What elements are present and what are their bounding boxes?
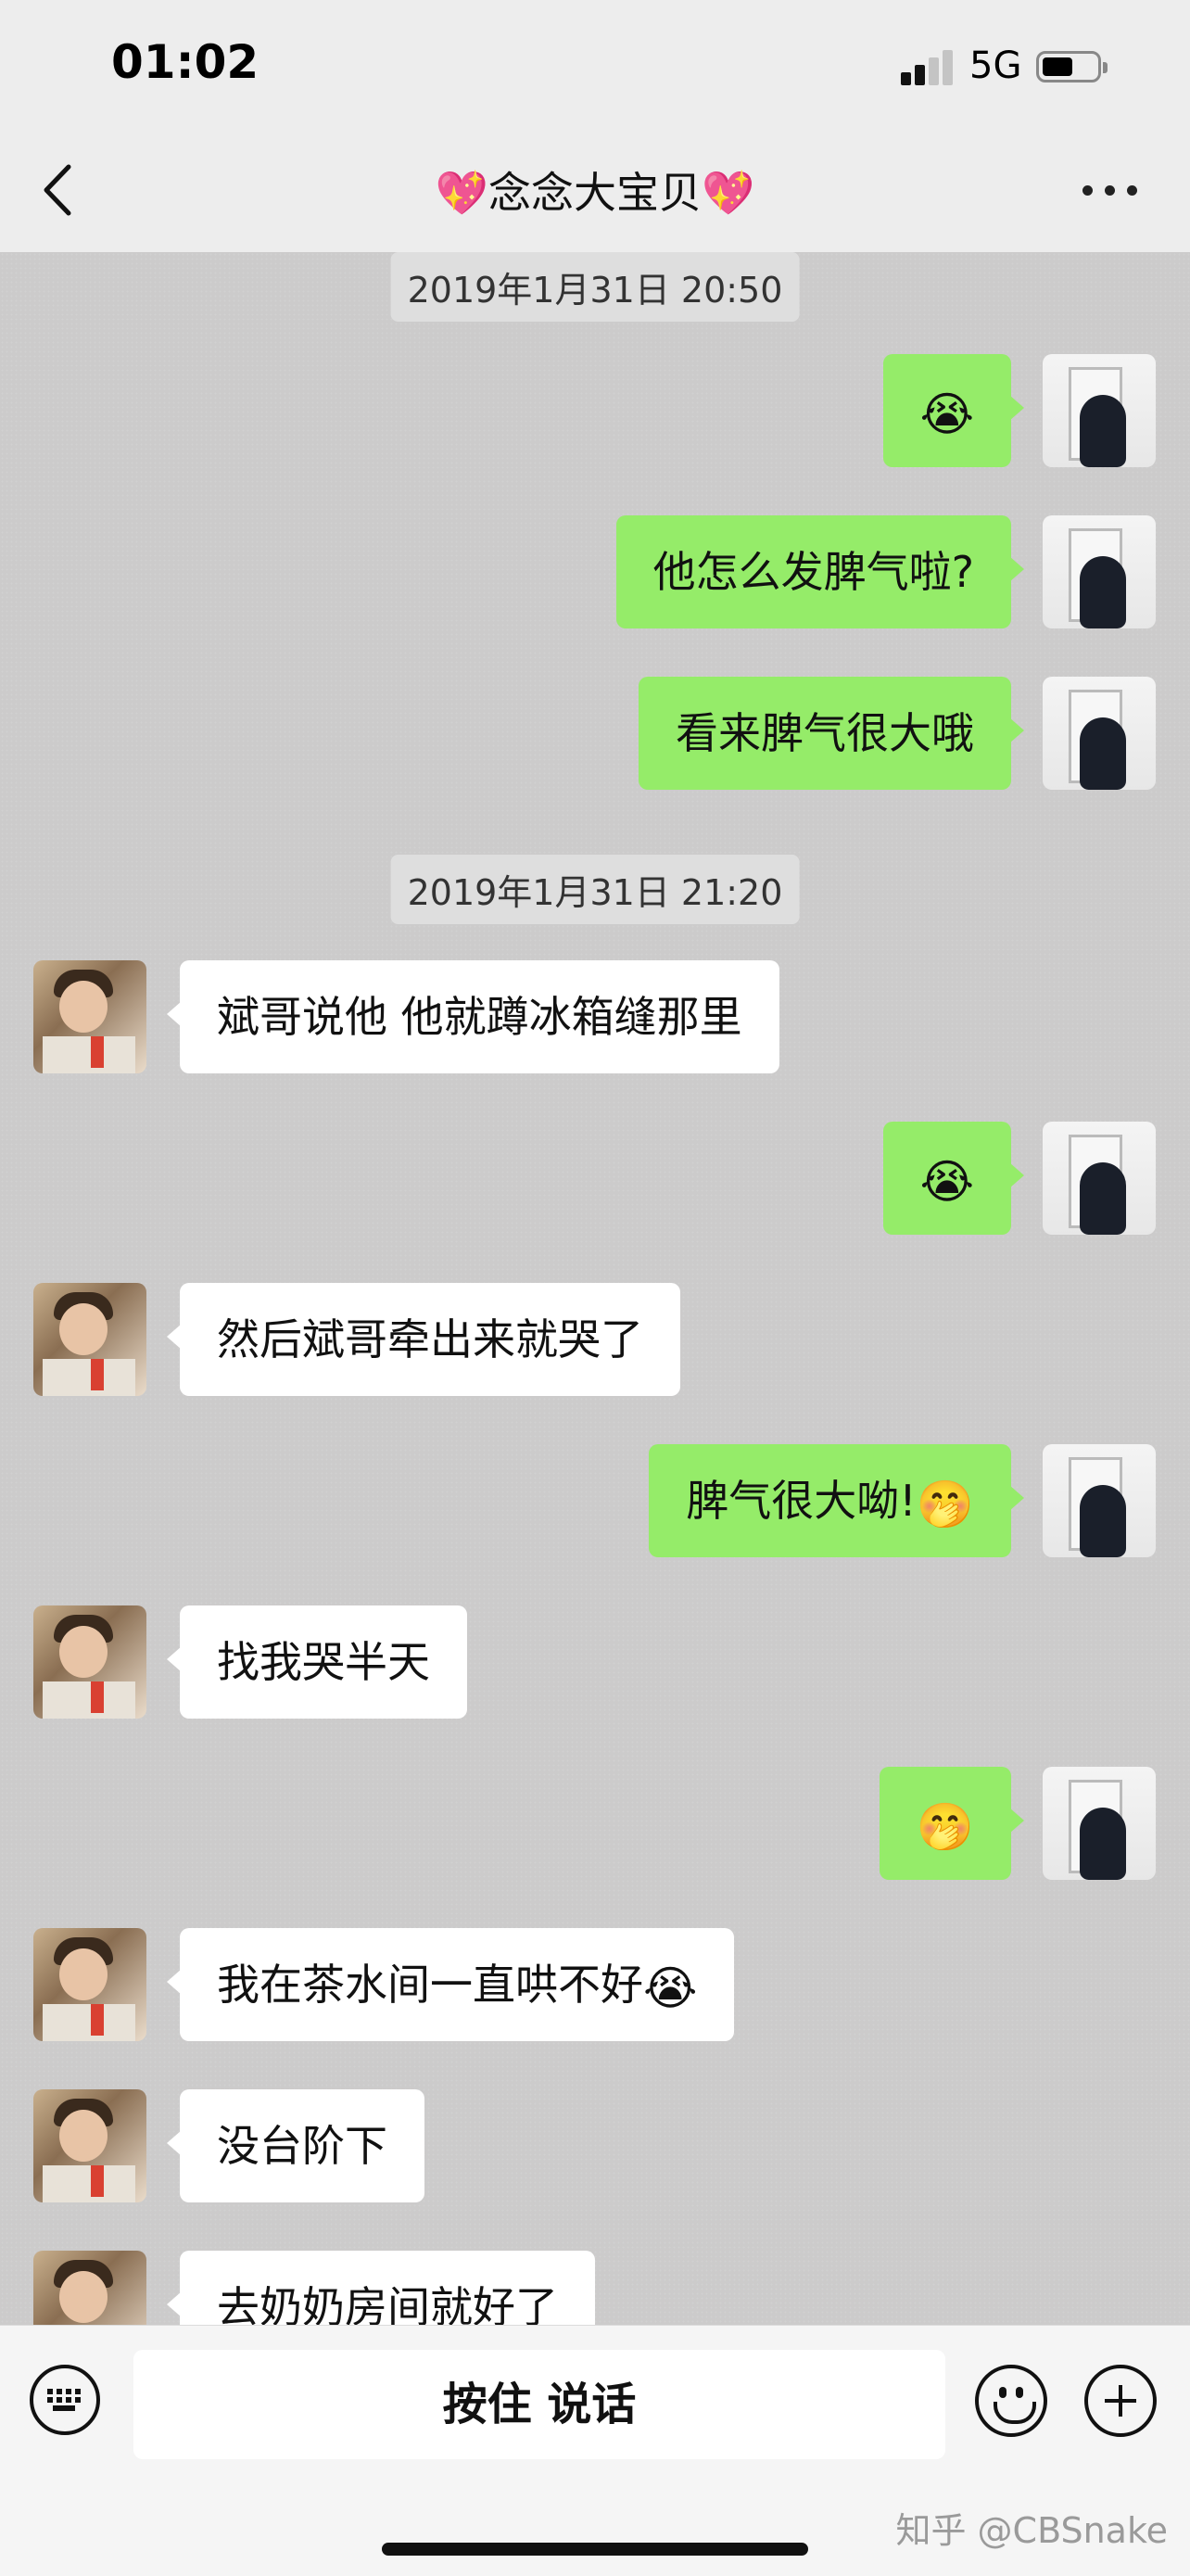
message-incoming[interactable]: 没台阶下	[0, 2089, 1190, 2210]
chat-header: 💖念念大宝贝💖	[0, 139, 1190, 252]
message-bubble[interactable]: 没台阶下	[167, 2089, 424, 2202]
message-text: 没台阶下	[217, 2121, 387, 2171]
timestamp: 2019年1月31日 21:20	[390, 855, 800, 924]
message-outgoing[interactable]: 看来脾气很大哦	[0, 677, 1190, 797]
my-avatar[interactable]	[1043, 677, 1156, 790]
keyboard-toggle-button[interactable]	[30, 2365, 100, 2435]
watermark: 知乎 @CBSnake	[895, 2510, 1168, 2551]
input-bar: 按住 说话 知乎 @CBSnake	[0, 2325, 1190, 2576]
heart-emoji-icon: 💖	[435, 168, 488, 218]
message-bubble[interactable]: 🤭	[879, 1767, 1025, 1880]
contact-avatar[interactable]	[33, 1605, 146, 1719]
more-actions-button[interactable]	[1084, 2365, 1157, 2437]
my-avatar[interactable]	[1043, 1444, 1156, 1557]
my-avatar[interactable]	[1043, 1767, 1156, 1880]
hand-over-mouth-emoji-icon: 🤭	[916, 1799, 974, 1854]
laughing-crying-emoji-icon: 😭	[919, 1154, 974, 1209]
message-incoming[interactable]: 去奶奶房间就好了	[0, 2251, 1190, 2325]
message-outgoing[interactable]: 他怎么发脾气啦?	[0, 515, 1190, 636]
message-bubble[interactable]: 脾气很大呦!🤭	[649, 1444, 1024, 1557]
contact-avatar[interactable]	[33, 2251, 146, 2325]
status-bar: 01:02 5G	[0, 0, 1190, 139]
contact-avatar[interactable]	[33, 1928, 146, 2041]
message-text: 去奶奶房间就好了	[217, 2282, 558, 2325]
contact-avatar[interactable]	[33, 2089, 146, 2202]
my-avatar[interactable]	[1043, 354, 1156, 467]
message-incoming[interactable]: 找我哭半天	[0, 1605, 1190, 1726]
keyboard-icon	[47, 2389, 82, 2411]
message-outgoing[interactable]: 脾气很大呦!🤭	[0, 1444, 1190, 1565]
network-type: 5G	[969, 44, 1022, 87]
message-text: 斌哥说他 他就蹲冰箱缝那里	[217, 992, 742, 1042]
hold-to-talk-button[interactable]: 按住 说话	[133, 2350, 945, 2459]
message-bubble[interactable]: 然后斌哥牵出来就哭了	[167, 1283, 680, 1396]
message-outgoing[interactable]: 😭	[0, 354, 1190, 475]
message-outgoing[interactable]: 🤭	[0, 1767, 1190, 1887]
message-text: 脾气很大呦!	[686, 1476, 917, 1526]
message-incoming[interactable]: 我在茶水间一直哄不好😭	[0, 1928, 1190, 2049]
message-bubble[interactable]: 斌哥说他 他就蹲冰箱缝那里	[167, 960, 779, 1073]
my-avatar[interactable]	[1043, 1122, 1156, 1235]
message-bubble[interactable]: 找我哭半天	[167, 1605, 467, 1719]
contact-avatar[interactable]	[33, 960, 146, 1073]
timestamp: 2019年1月31日 20:50	[390, 252, 800, 322]
more-options-button[interactable]	[1082, 185, 1138, 197]
message-text: 他怎么发脾气啦?	[652, 547, 974, 597]
home-indicator[interactable]	[382, 2543, 808, 2556]
smile-icon	[999, 2387, 1006, 2398]
laughing-crying-emoji-icon: 😭	[919, 387, 974, 441]
message-bubble[interactable]: 去奶奶房间就好了	[167, 2251, 595, 2325]
message-bubble[interactable]: 我在茶水间一直哄不好😭	[166, 1928, 735, 2041]
chat-title: 💖念念大宝贝💖	[0, 159, 1190, 221]
laughing-crying-emoji-icon: 😭	[643, 1961, 698, 2015]
message-outgoing[interactable]: 😭	[0, 1122, 1190, 1242]
message-bubble[interactable]: 😭	[882, 354, 1025, 467]
message-text: 找我哭半天	[217, 1637, 430, 1687]
message-incoming[interactable]: 斌哥说他 他就蹲冰箱缝那里	[0, 960, 1190, 1081]
heart-emoji-icon: 💖	[702, 168, 755, 218]
message-incoming[interactable]: 然后斌哥牵出来就哭了	[0, 1283, 1190, 1403]
signal-icon	[901, 48, 956, 85]
contact-avatar[interactable]	[33, 1283, 146, 1396]
chat-title-text: 念念大宝贝	[488, 168, 702, 218]
my-avatar[interactable]	[1043, 515, 1156, 628]
emoji-button[interactable]	[975, 2365, 1047, 2437]
message-text: 看来脾气很大哦	[676, 708, 974, 758]
message-bubble[interactable]: 😭	[882, 1122, 1025, 1235]
message-list[interactable]: 2019年1月31日 20:50 😭 他怎么发脾气啦? 看来脾气很大哦 2019…	[0, 252, 1190, 2325]
battery-icon	[1036, 51, 1108, 82]
hand-over-mouth-emoji-icon: 🤭	[916, 1477, 974, 1531]
message-text: 然后斌哥牵出来就哭了	[217, 1314, 643, 1364]
message-bubble[interactable]: 看来脾气很大哦	[639, 677, 1024, 790]
status-time: 01:02	[111, 35, 260, 89]
message-text: 我在茶水间一直哄不好	[217, 1960, 643, 2010]
message-bubble[interactable]: 他怎么发脾气啦?	[615, 515, 1025, 628]
